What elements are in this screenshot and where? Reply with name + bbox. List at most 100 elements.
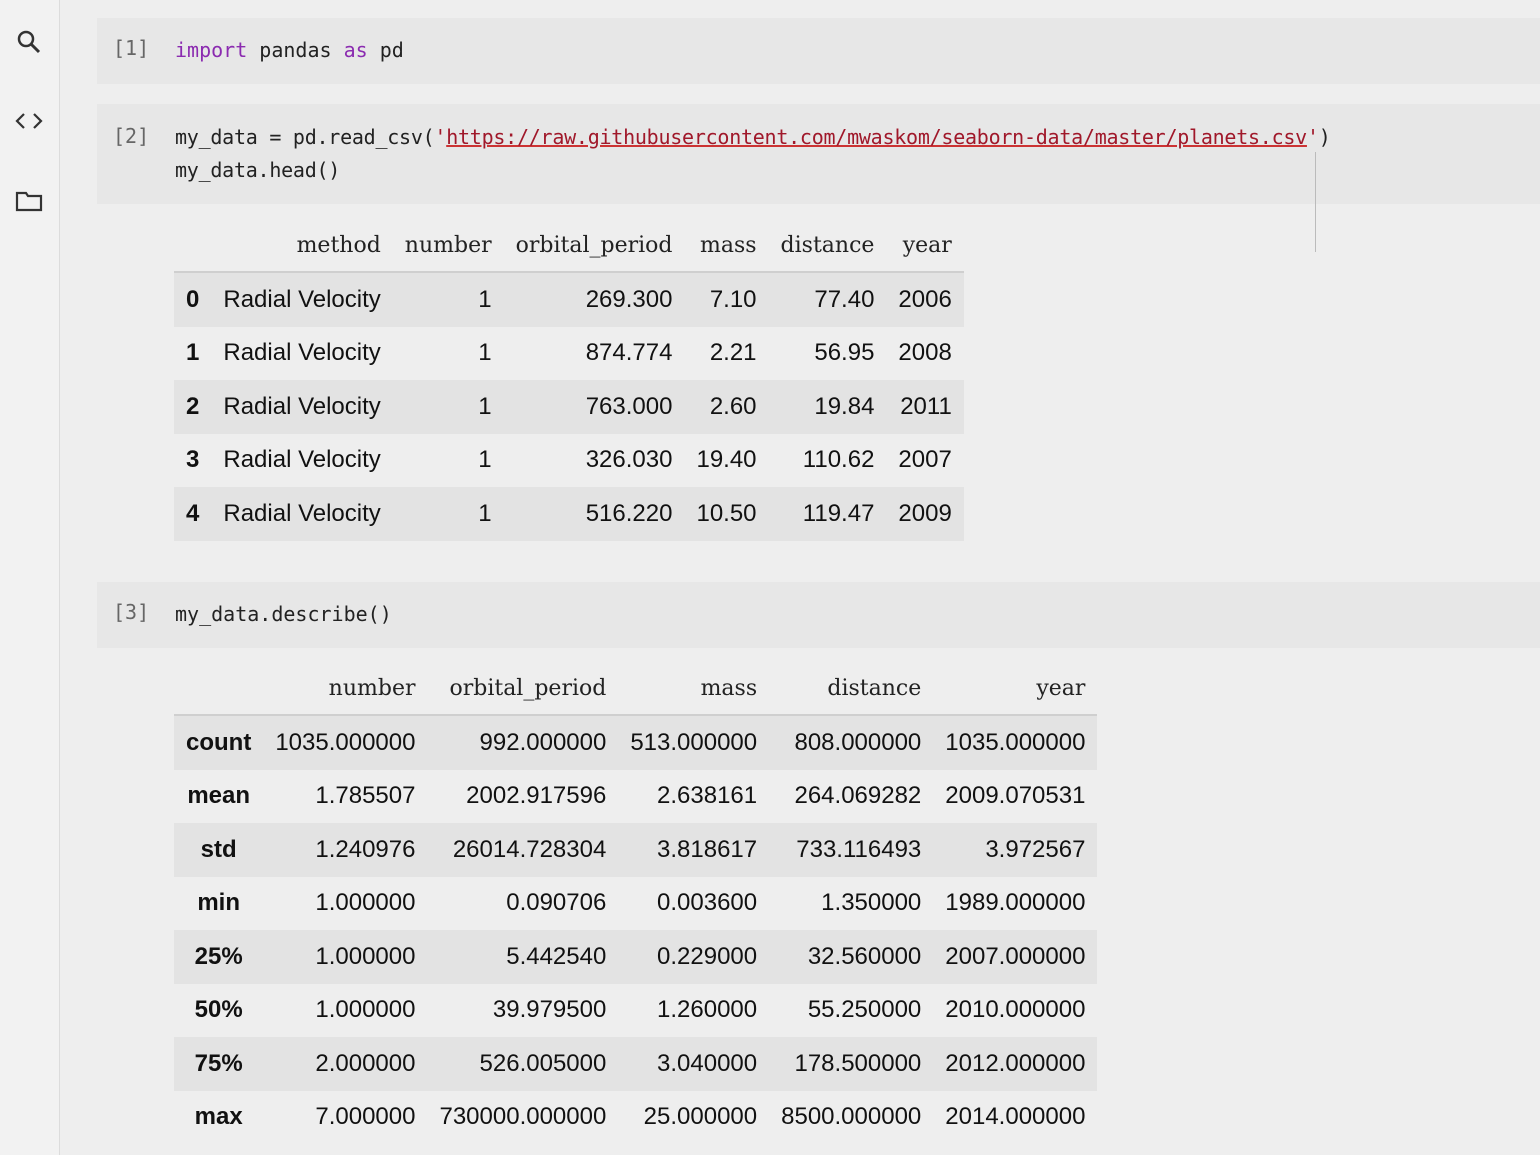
column-header <box>174 219 212 273</box>
table-cell: 1.260000 <box>657 996 758 1024</box>
code-token: pd <box>367 38 404 62</box>
table-row: 3 Radial Velocity 1 326.030 19.40 110.62 2007 <box>174 433 964 487</box>
table-cell: 2.60 <box>709 392 757 420</box>
search-icon[interactable] <box>14 27 44 57</box>
table-cell: 5.442540 <box>506 942 607 970</box>
cell-execution-number: [3] <box>113 600 150 624</box>
url-link[interactable]: https://raw.githubusercontent.com/mwasko… <box>446 125 1307 149</box>
table-cell: 1.000000 <box>315 889 416 917</box>
table-cell: 10.50 <box>696 499 757 527</box>
table-row: 25% 1.000000 5.442540 0.229000 32.560000 2007… <box>174 930 1098 984</box>
code-token: my_data.head() <box>175 158 341 182</box>
table-cell: 7.000000 <box>315 1103 416 1131</box>
column-header: mass <box>684 219 769 273</box>
table-cell: 1.240976 <box>315 835 416 863</box>
table-cell: 8500.000000 <box>781 1103 922 1131</box>
table-cell: Radial Velocity <box>223 392 381 420</box>
code-cell-1[interactable]: [1] import pandas as pd <box>97 18 1540 84</box>
table-cell: 55.250000 <box>807 996 922 1024</box>
table-cell: 2011 <box>900 392 952 420</box>
column-header: number <box>392 219 504 273</box>
code-token: ) <box>1318 125 1331 149</box>
table-cell: 32.560000 <box>807 942 922 970</box>
keyword-token: as <box>343 38 368 62</box>
describe-output-table: number orbital_period mass distance year cou… <box>174 662 1098 1144</box>
row-index: min <box>197 889 240 917</box>
table-cell: 763.000 <box>585 392 673 420</box>
column-header <box>174 662 264 716</box>
row-index: std <box>200 835 237 863</box>
head-output-table: method number orbital_period mass distance ye… <box>174 219 964 541</box>
table-cell: 25.000000 <box>643 1103 758 1131</box>
table-cell: 178.500000 <box>794 1049 922 1077</box>
table-row: min 1.000000 0.090706 0.003600 1.350000 1989.… <box>174 876 1098 930</box>
table-cell: 3.818617 <box>657 835 758 863</box>
code-cell-2[interactable]: [2] my_data = pd.read_csv('https://raw.g… <box>97 104 1540 252</box>
row-index: 50% <box>194 996 243 1024</box>
table-cell: 733.116493 <box>796 835 922 863</box>
table-cell: 2.638161 <box>657 782 758 810</box>
table-cell: 2006 <box>898 285 952 313</box>
column-header: year <box>933 662 1098 716</box>
table-cell: 119.47 <box>802 499 875 527</box>
column-header: distance <box>768 219 887 273</box>
table-cell: Radial Velocity <box>223 446 381 474</box>
table-cell: 0.229000 <box>657 942 758 970</box>
table-cell: 3.972567 <box>985 835 1086 863</box>
table-cell: 3.040000 <box>657 1049 758 1077</box>
row-index: 25% <box>194 942 243 970</box>
code-cell-3[interactable]: [3] my_data.describe() <box>97 582 1540 648</box>
table-header-row: method number orbital_period mass distance ye… <box>174 219 964 273</box>
table-cell: 808.000000 <box>794 728 922 756</box>
table-cell: 110.62 <box>802 446 875 474</box>
table-cell: Radial Velocity <box>223 499 381 527</box>
column-header: orbital_period <box>503 219 685 273</box>
code-editor[interactable]: import pandas as pd <box>175 34 404 67</box>
table-cell: 730000.000000 <box>439 1103 607 1131</box>
row-index: 1 <box>186 339 200 367</box>
folder-icon[interactable] <box>14 186 44 216</box>
table-cell: 1035.000000 <box>275 728 416 756</box>
string-quote: ' <box>434 125 447 149</box>
table-cell: 19.40 <box>696 446 757 474</box>
cell-execution-number: [1] <box>113 36 150 60</box>
table-cell: 1.785507 <box>315 782 416 810</box>
table-cell: 26014.728304 <box>452 835 607 863</box>
table-cell: 1.000000 <box>315 996 416 1024</box>
column-header: distance <box>769 662 934 716</box>
row-index: 0 <box>186 285 200 313</box>
table-cell: 1 <box>478 285 492 313</box>
table-row: 4 Radial Velocity 1 516.220 10.50 119.47 2009 <box>174 487 964 541</box>
table-cell: 513.000000 <box>630 728 758 756</box>
row-index: 75% <box>194 1049 243 1077</box>
table-row: 0 Radial Velocity 1 269.300 7.10 77.40 2006 <box>174 272 964 327</box>
row-index: 2 <box>186 392 200 420</box>
code-token: my_data.describe() <box>175 602 392 626</box>
table-cell: 0.003600 <box>657 889 758 917</box>
code-token: pandas <box>247 38 344 62</box>
keyword-token: import <box>175 38 248 62</box>
text-cursor <box>1315 152 1316 252</box>
table-cell: 19.84 <box>814 392 875 420</box>
table-cell: 1.350000 <box>821 889 922 917</box>
table-cell: Radial Velocity <box>223 339 381 367</box>
row-index: count <box>186 728 252 756</box>
table-cell: 1 <box>478 392 492 420</box>
table-cell: 2.21 <box>709 339 757 367</box>
table-header-row: number orbital_period mass distance year <box>174 662 1098 716</box>
code-editor[interactable]: my_data = pd.read_csv('https://raw.githu… <box>175 121 1331 187</box>
code-editor[interactable]: my_data.describe() <box>175 598 392 631</box>
table-cell: 2012.000000 <box>945 1049 1086 1077</box>
table-row: count 1035.000000 992.000000 513.000000 808.… <box>174 715 1098 770</box>
table-row: 2 Radial Velocity 1 763.000 2.60 19.84 2011 <box>174 380 964 434</box>
table-cell: 7.10 <box>709 285 757 313</box>
table-row: 75% 2.000000 526.005000 3.040000 178.500000 2… <box>174 1037 1098 1091</box>
left-sidebar <box>0 0 60 1155</box>
table-cell: 2014.000000 <box>945 1103 1086 1131</box>
table-cell: 39.979500 <box>492 996 607 1024</box>
column-header: year <box>886 219 964 273</box>
row-index: 4 <box>186 499 200 527</box>
table-cell: 992.000000 <box>479 728 607 756</box>
code-snippets-icon[interactable] <box>14 106 44 136</box>
column-header: method <box>211 219 393 273</box>
